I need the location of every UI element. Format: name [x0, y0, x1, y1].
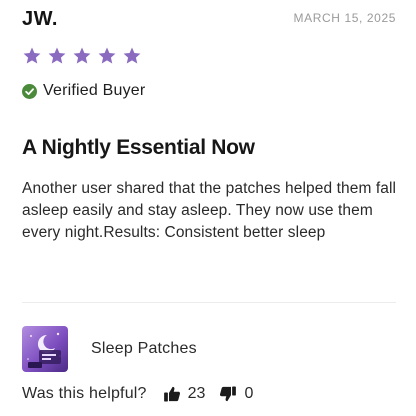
reviewer-name: JW.: [22, 8, 58, 30]
star-icon: [23, 47, 41, 64]
verified-check-icon: [22, 83, 37, 99]
thumbs-down-icon[interactable]: [219, 385, 237, 403]
review-date: MARCH 15, 2025: [293, 11, 396, 25]
helpful-section: Was this helpful? 23 0: [22, 383, 253, 405]
vote-down-button[interactable]: 0: [219, 385, 253, 403]
verified-badge: Verified Buyer: [22, 80, 145, 102]
review-header: JW. MARCH 15, 2025: [22, 8, 396, 32]
divider: [22, 302, 396, 303]
vote-up-count: 23: [187, 385, 206, 402]
product-link[interactable]: Sleep Patches: [22, 326, 197, 372]
product-name[interactable]: Sleep Patches: [91, 340, 197, 358]
star-rating: [22, 46, 142, 68]
review-card: JW. MARCH 15, 2025 Verified Buyer A Nigh…: [0, 0, 416, 416]
star-icon: [123, 47, 141, 64]
vote-up-button[interactable]: 23: [163, 385, 206, 403]
helpful-label: Was this helpful?: [22, 385, 147, 402]
vote-down-count: 0: [244, 385, 254, 402]
star-icon: [98, 47, 116, 64]
review-title: A Nightly Essential Now: [22, 136, 255, 159]
thumbs-up-icon[interactable]: [163, 385, 181, 403]
star-icon: [48, 47, 66, 64]
review-body: Another user shared that the patches hel…: [22, 180, 397, 241]
star-icon: [73, 47, 91, 64]
sleep-patches-thumbnail-icon[interactable]: [22, 326, 68, 372]
verified-label: Verified Buyer: [43, 82, 146, 99]
